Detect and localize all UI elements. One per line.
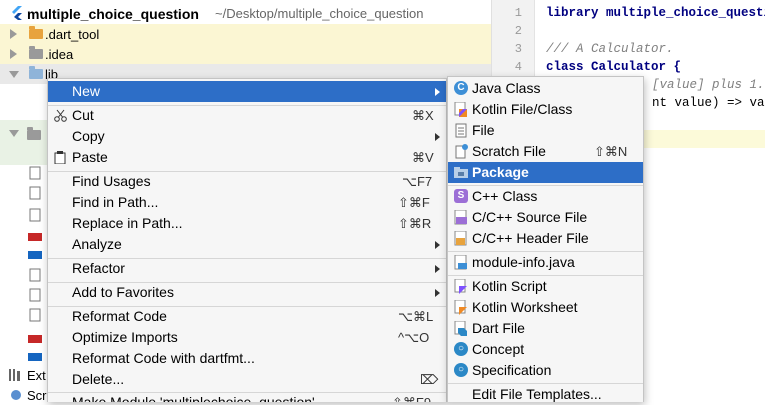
scratches-icon — [11, 390, 21, 400]
menu-item-optimize-imports[interactable]: Optimize Imports ^⌥O — [48, 327, 446, 348]
code-line: library multiple_choice_question — [546, 6, 765, 20]
tree-item-label: .dart_tool — [45, 27, 100, 42]
java-class-icon: C — [454, 81, 468, 95]
package-folder-icon — [454, 167, 468, 178]
file-icons-column — [28, 166, 42, 361]
submenu-item-module-info[interactable]: module-info.java — [448, 252, 643, 273]
folder-icon — [29, 66, 43, 79]
submenu-item-kotlin-worksheet[interactable]: Kotlin Worksheet — [448, 297, 643, 318]
submenu-arrow-icon — [435, 88, 440, 96]
folder-icon — [29, 46, 43, 59]
submenu-item-edit-templates[interactable]: Edit File Templates... — [448, 384, 643, 402]
code-line: [value] plus 1. — [652, 78, 765, 92]
submenu-item-cpp-source[interactable]: C/C++ Source File — [448, 207, 643, 228]
menu-item-copy[interactable]: Copy — [48, 126, 446, 147]
expand-arrow-icon[interactable] — [10, 29, 17, 39]
menu-item-delete[interactable]: Delete... ⌦ — [48, 369, 446, 390]
submenu-item-java-class[interactable]: C Java Class — [448, 78, 643, 99]
tree-root-row[interactable]: multiple_choice_question ~/Desktop/multi… — [0, 4, 491, 24]
kotlin-worksheet-icon — [454, 300, 467, 315]
context-menu: New Cut ⌘X Copy Paste ⌘V Find Usages ⌥F7… — [47, 78, 447, 402]
submenu-item-file[interactable]: File — [448, 120, 643, 141]
module-info-icon — [454, 255, 467, 270]
menu-item-paste[interactable]: Paste ⌘V — [48, 147, 446, 168]
tree-item-idea[interactable]: .idea — [0, 44, 491, 64]
kotlin-file-icon — [454, 102, 467, 117]
specification-icon: ○ — [454, 363, 468, 377]
file-icon — [455, 123, 467, 138]
expand-arrow-icon[interactable] — [10, 49, 17, 59]
line-number: 2 — [514, 24, 522, 38]
submenu-item-scratch-file[interactable]: Scratch File ⇧⌘N — [448, 141, 643, 162]
flutter-icon — [12, 6, 22, 20]
scissors-icon — [54, 109, 67, 122]
line-number: 3 — [514, 42, 522, 56]
tree-item-label: Ext — [27, 368, 46, 383]
code-line: nt value) => value — [652, 96, 765, 110]
menu-item-add-to-favorites[interactable]: Add to Favorites — [48, 282, 446, 303]
project-root-name: multiple_choice_question — [27, 6, 199, 22]
project-root-path: ~/Desktop/multiple_choice_question — [215, 6, 424, 21]
submenu-item-kotlin-script[interactable]: Kotlin Script — [448, 276, 643, 297]
concept-icon: ○ — [454, 342, 468, 356]
tree-item-label: .idea — [45, 47, 74, 62]
line-number: 1 — [514, 6, 522, 20]
highlighted-tree-row — [0, 120, 48, 165]
code-line: class Calculator { — [546, 60, 682, 74]
menu-item-replace-in-path[interactable]: Replace in Path... ⇧⌘R — [48, 213, 446, 234]
tree-item-dart-tool[interactable]: .dart_tool — [0, 24, 491, 44]
submenu-item-concept[interactable]: ○ Concept — [448, 339, 643, 360]
submenu-item-cpp-class[interactable]: S C++ Class — [448, 186, 643, 207]
menu-item-cut[interactable]: Cut ⌘X — [48, 105, 446, 126]
submenu-arrow-icon — [435, 289, 440, 297]
submenu-arrow-icon — [435, 133, 440, 141]
collapse-arrow-icon[interactable] — [9, 71, 19, 78]
cpp-source-icon — [454, 210, 467, 225]
folder-icon — [27, 127, 41, 140]
dart-file-icon — [454, 321, 467, 336]
library-icon — [9, 369, 20, 381]
code-line: /// A Calculator. — [546, 42, 674, 56]
menu-item-find-usages[interactable]: Find Usages ⌥F7 — [48, 171, 446, 192]
submenu-item-kotlin-file[interactable]: Kotlin File/Class — [448, 99, 643, 120]
folder-icon — [29, 26, 43, 39]
menu-item-refactor[interactable]: Refactor — [48, 258, 446, 279]
menu-item-new[interactable]: New — [48, 81, 446, 102]
submenu-item-specification[interactable]: ○ Specification — [448, 360, 643, 381]
menu-item-reformat-dartfmt[interactable]: Reformat Code with dartfmt... — [48, 348, 446, 369]
menu-item-find-in-path[interactable]: Find in Path... ⇧⌘F — [48, 192, 446, 213]
clipboard-icon — [54, 151, 66, 164]
submenu-arrow-icon — [435, 241, 440, 249]
submenu-item-package[interactable]: Package — [448, 162, 643, 183]
submenu-item-cpp-header[interactable]: C/C++ Header File — [448, 228, 643, 249]
kotlin-script-icon — [454, 279, 467, 294]
line-number: 4 — [514, 60, 522, 74]
cpp-header-icon — [454, 231, 467, 246]
submenu-item-dart-file[interactable]: Dart File — [448, 318, 643, 339]
menu-item-reformat-code[interactable]: Reformat Code ⌥⌘L — [48, 306, 446, 327]
new-submenu: C Java Class Kotlin File/Class File Scra… — [447, 76, 644, 402]
cpp-class-icon: S — [454, 189, 468, 203]
menu-item-analyze[interactable]: Analyze — [48, 234, 446, 255]
submenu-arrow-icon — [435, 265, 440, 273]
collapse-arrow-icon — [9, 130, 19, 137]
scratch-file-icon — [455, 144, 468, 159]
